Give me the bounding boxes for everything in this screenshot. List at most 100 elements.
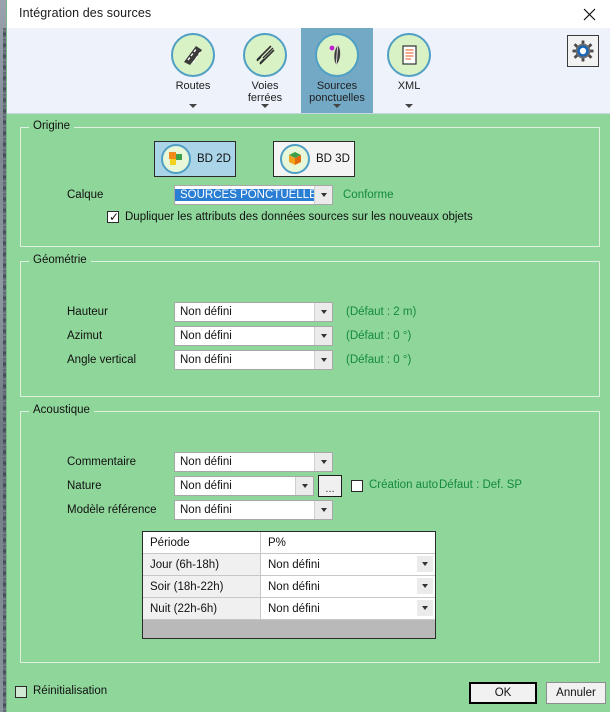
- commentaire-label: Commentaire: [67, 456, 137, 468]
- group-origine-title: Origine: [29, 120, 75, 132]
- chevron-down-icon[interactable]: [417, 578, 433, 594]
- angle-vertical-label: Angle vertical: [67, 354, 137, 366]
- table-header-periode: Période: [143, 532, 261, 553]
- dialog-root: Intégration des sources Routes Voies fer…: [0, 0, 610, 712]
- creation-auto-label: Création auto: [369, 479, 439, 491]
- title-bar: Intégration des sources: [7, 0, 610, 29]
- chevron-down-icon[interactable]: [314, 327, 332, 345]
- ribbon-tab-sources-ponctuelles[interactable]: Sources ponctuelles: [301, 28, 373, 113]
- group-acoustique-title: Acoustique: [29, 404, 94, 416]
- source-button-bd3d[interactable]: BD 3D: [273, 141, 355, 177]
- ribbon-tab-label: Routes: [157, 80, 229, 92]
- reinitialisation-checkbox[interactable]: [15, 686, 27, 698]
- source-button-label: BD 2D: [197, 153, 231, 165]
- nature-combo-value: Non défini: [180, 480, 232, 492]
- ribbon-tab-label-line2: ponctuelles: [309, 92, 365, 104]
- chevron-down-icon[interactable]: [314, 501, 332, 519]
- ribbon-tab-label: Voies ferrées: [229, 80, 301, 104]
- chevron-down-icon[interactable]: [417, 600, 433, 616]
- group-geometrie-title: Géométrie: [29, 254, 91, 266]
- hauteur-hint: (Défaut : 2 m): [346, 306, 417, 318]
- chevron-down-icon[interactable]: [314, 186, 332, 204]
- chevron-down-icon[interactable]: [333, 104, 341, 108]
- ribbon-tab-label-line1: Sources: [316, 80, 358, 92]
- table-row[interactable]: Soir (18h-22h) Non défini: [143, 576, 435, 598]
- azimut-combo-value: Non défini: [180, 330, 232, 342]
- table-cell-periode: Jour (6h-18h): [143, 554, 261, 575]
- azimut-hint: (Défaut : 0 °): [346, 330, 412, 342]
- chevron-down-icon[interactable]: [314, 351, 332, 369]
- source-button-label: BD 3D: [316, 153, 350, 165]
- duplicate-attributes-label: Dupliquer les attributs des données sour…: [125, 211, 473, 223]
- chevron-down-icon[interactable]: [295, 477, 313, 495]
- point-source-icon: [315, 33, 359, 77]
- table-cell-value-text: Non défini: [268, 602, 320, 615]
- dialog-body: Origine BD 2D BD 3D Calque SOURCES PONCT…: [7, 113, 610, 673]
- gear-icon[interactable]: [567, 35, 599, 67]
- table-header-pourcent: P%: [261, 532, 435, 553]
- commentaire-combo[interactable]: Non défini: [174, 452, 333, 472]
- railway-icon: [243, 33, 287, 77]
- modele-reference-label: Modèle référence: [67, 504, 157, 516]
- ribbon-tab-voies-ferrees[interactable]: Voies ferrées: [229, 28, 301, 113]
- integration-sources-dialog: Intégration des sources Routes Voies fer…: [6, 0, 610, 712]
- angle-vertical-hint: (Défaut : 0 °): [346, 354, 412, 366]
- cancel-button[interactable]: Annuler: [546, 682, 606, 704]
- ribbon-tab-label-line1: XML: [397, 80, 421, 92]
- duplicate-attributes-checkbox[interactable]: ✓: [107, 211, 119, 223]
- check-icon: ✓: [109, 210, 120, 224]
- ribbon-tab-label: Sources ponctuelles: [301, 80, 373, 104]
- ribbon-tab-label-line1: Routes: [175, 80, 211, 92]
- gear-glyph: [572, 40, 594, 62]
- road-icon: [171, 33, 215, 77]
- dialog-footer: Réinitialisation OK Annuler: [7, 673, 610, 712]
- ribbon-tab-routes[interactable]: Routes: [157, 28, 229, 113]
- hauteur-combo[interactable]: Non défini: [174, 302, 333, 322]
- ribbon-tab-label-line1: Voies: [251, 80, 279, 92]
- modele-reference-combo[interactable]: Non défini: [174, 500, 333, 520]
- group-geometrie: Géométrie Hauteur Non défini (Défaut : 2…: [20, 254, 600, 397]
- bd3d-icon: [280, 144, 310, 174]
- creation-auto-checkbox[interactable]: [351, 480, 363, 492]
- nature-combo[interactable]: Non défini: [174, 476, 314, 496]
- bd2d-icon: [161, 144, 191, 174]
- azimut-label: Azimut: [67, 330, 103, 342]
- table-cell-value-text: Non défini: [268, 580, 320, 593]
- ok-button[interactable]: OK: [469, 682, 537, 704]
- chevron-down-icon[interactable]: [261, 104, 269, 108]
- table-cell-value[interactable]: Non défini: [261, 554, 435, 575]
- table-row[interactable]: Jour (6h-18h) Non défini: [143, 554, 435, 576]
- table-footer-row: [143, 620, 435, 638]
- chevron-down-icon[interactable]: [314, 453, 332, 471]
- table-cell-periode: Soir (18h-22h): [143, 576, 261, 597]
- table-cell-value[interactable]: Non défini: [261, 598, 435, 619]
- ribbon-tab-label: XML: [373, 80, 445, 92]
- hauteur-label: Hauteur: [67, 306, 108, 318]
- chevron-down-icon[interactable]: [405, 104, 413, 108]
- modele-reference-combo-value: Non défini: [180, 504, 232, 516]
- table-row[interactable]: Nuit (22h-6h) Non défini: [143, 598, 435, 620]
- nature-label: Nature: [67, 480, 102, 492]
- xml-document-icon: [387, 33, 431, 77]
- chevron-down-icon[interactable]: [314, 303, 332, 321]
- chevron-down-icon[interactable]: [417, 556, 433, 572]
- calque-combo[interactable]: SOURCES PONCTUELLES: [174, 185, 333, 205]
- acoustique-default-hint: Défaut : Def. SP: [439, 479, 523, 491]
- calque-label: Calque: [67, 189, 104, 201]
- group-origine: Origine BD 2D BD 3D Calque SOURCES PONCT…: [20, 120, 600, 247]
- hauteur-combo-value: Non défini: [180, 306, 232, 318]
- nature-browse-button[interactable]: ...: [318, 475, 342, 497]
- ribbon-tab-label-line2: ferrées: [247, 92, 283, 104]
- close-icon[interactable]: [567, 0, 610, 28]
- angle-vertical-combo[interactable]: Non défini: [174, 350, 333, 370]
- chevron-down-icon[interactable]: [189, 104, 197, 108]
- table-cell-value[interactable]: Non défini: [261, 576, 435, 597]
- calque-status: Conforme: [343, 189, 394, 201]
- table-header-row: Période P%: [143, 532, 435, 554]
- ribbon-tab-xml[interactable]: XML: [373, 28, 445, 113]
- ribbon-tab-list: Routes Voies ferrées Sources ponctuelles…: [157, 28, 445, 113]
- group-acoustique: Acoustique Commentaire Non défini Nature…: [20, 404, 600, 663]
- periode-table: Période P% Jour (6h-18h) Non défini Soir…: [142, 531, 436, 639]
- source-button-bd2d[interactable]: BD 2D: [154, 141, 236, 177]
- azimut-combo[interactable]: Non défini: [174, 326, 333, 346]
